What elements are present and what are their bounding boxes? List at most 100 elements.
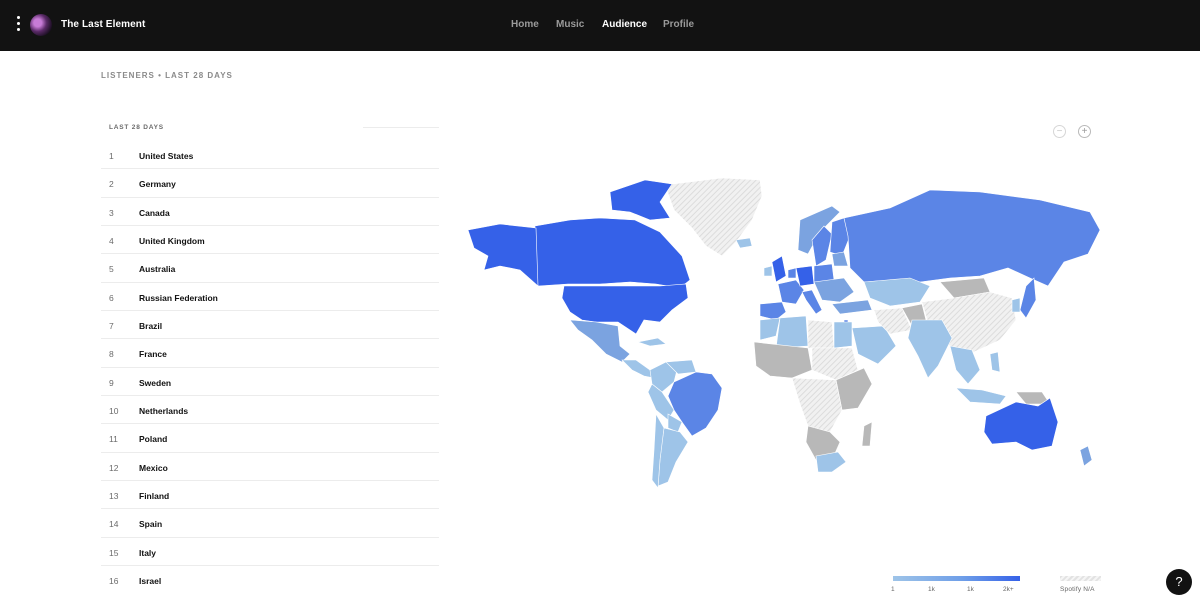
country-southeast-asia[interactable] <box>949 345 981 385</box>
country-name: Brazil <box>139 321 163 332</box>
country-name: Italy <box>139 547 157 558</box>
country-row[interactable]: 10 Netherlands <box>101 396 439 425</box>
country-row[interactable]: 12 Mexico <box>101 453 439 482</box>
country-name: Sweden <box>139 377 172 388</box>
country-libya[interactable] <box>807 319 835 349</box>
country-rank: 14 <box>109 519 119 530</box>
country-korea[interactable] <box>1011 297 1021 313</box>
country-row[interactable]: 2 Germany <box>101 169 439 198</box>
country-mexico[interactable] <box>569 319 631 363</box>
country-kazakhstan[interactable] <box>863 277 931 307</box>
country-name: Poland <box>139 434 168 445</box>
country-rank: 2 <box>109 179 114 190</box>
legend-scale <box>893 576 1020 581</box>
country-philippines[interactable] <box>989 351 1001 373</box>
legend-tick: 1k <box>967 586 974 593</box>
country-alaska[interactable] <box>467 223 539 287</box>
country-name: Russian Federation <box>139 292 218 303</box>
country-rank: 9 <box>109 377 114 388</box>
country-new-zealand[interactable] <box>1079 445 1093 467</box>
country-row[interactable]: 4 United Kingdom <box>101 226 439 255</box>
country-row[interactable]: 7 Brazil <box>101 311 439 340</box>
country-canada[interactable] <box>531 217 691 289</box>
country-west-africa[interactable] <box>753 341 813 379</box>
country-india[interactable] <box>907 319 953 379</box>
page-subtitle: LISTENERS • LAST 28 DAYS <box>101 71 233 80</box>
tab-music[interactable]: Music <box>556 19 584 30</box>
country-eastern-europe[interactable] <box>813 277 855 303</box>
country-poland[interactable] <box>813 263 835 283</box>
country-rank: 4 <box>109 236 114 247</box>
country-name: United Kingdom <box>139 236 205 247</box>
country-row[interactable]: 16 Israel <box>101 566 439 594</box>
legend-tick: 2k+ <box>1003 586 1014 593</box>
country-name: Germany <box>139 179 176 190</box>
country-iceland[interactable] <box>735 237 753 249</box>
country-list: 1 United States 2 Germany 3 Canada 4 United Kin… <box>101 141 439 595</box>
zoom-out-button[interactable]: − <box>1053 125 1066 138</box>
country-russian-federation[interactable] <box>843 189 1101 287</box>
country-madagascar[interactable] <box>861 421 873 447</box>
zoom-in-button[interactable]: + <box>1078 125 1091 138</box>
country-row[interactable]: 6 Russian Federation <box>101 283 439 312</box>
legend-tick: 1k <box>928 586 935 593</box>
country-spain[interactable] <box>759 301 787 321</box>
country-rank: 5 <box>109 264 114 275</box>
country-rank: 16 <box>109 576 119 587</box>
country-baltics[interactable] <box>831 251 849 267</box>
country-name: Spain <box>139 519 163 530</box>
tab-home[interactable]: Home <box>511 19 539 30</box>
country-united-kingdom[interactable] <box>771 255 787 283</box>
country-indonesia[interactable] <box>955 387 1007 405</box>
country-row[interactable]: 15 Italy <box>101 538 439 567</box>
country-morocco[interactable] <box>759 317 781 341</box>
country-rank: 7 <box>109 321 114 332</box>
country-rank: 10 <box>109 406 119 417</box>
legend-unavailable-swatch <box>1060 576 1101 581</box>
country-rank: 15 <box>109 547 119 558</box>
country-row[interactable]: 8 France <box>101 339 439 368</box>
country-rank: 3 <box>109 207 114 218</box>
country-central-africa[interactable] <box>791 377 843 433</box>
country-name: France <box>139 349 167 360</box>
country-name: Israel <box>139 576 162 587</box>
country-name: United States <box>139 151 194 161</box>
country-row[interactable]: 14 Spain <box>101 509 439 538</box>
main-nav: Home Music Audience Profile <box>0 19 1200 33</box>
country-rank: 13 <box>109 491 119 502</box>
country-central-america[interactable] <box>621 359 655 379</box>
tab-profile[interactable]: Profile <box>663 19 694 30</box>
legend-tick: 1 <box>891 586 895 593</box>
world-map[interactable] <box>460 170 1105 500</box>
country-japan[interactable] <box>1019 277 1037 319</box>
plus-icon: + <box>1081 126 1088 137</box>
top-bar: The Last Element Home Music Audience Pro… <box>0 0 1200 51</box>
country-rank: 8 <box>109 349 114 360</box>
country-row[interactable]: 1 United States <box>101 141 439 170</box>
country-netherlands[interactable] <box>787 267 797 279</box>
country-turkey[interactable] <box>831 299 873 315</box>
country-rank: 11 <box>109 434 118 445</box>
country-cuba[interactable] <box>636 337 667 347</box>
country-egypt[interactable] <box>833 321 853 349</box>
country-row[interactable]: 11 Poland <box>101 424 439 453</box>
country-australia[interactable] <box>983 397 1059 451</box>
divider <box>363 127 439 128</box>
country-canada-islands[interactable] <box>609 179 673 221</box>
country-row[interactable]: 9 Sweden <box>101 368 439 397</box>
country-row[interactable]: 5 Australia <box>101 254 439 283</box>
country-rank: 6 <box>109 292 114 303</box>
country-ireland[interactable] <box>763 265 773 277</box>
minus-icon: − <box>1056 126 1063 137</box>
help-button[interactable]: ? <box>1166 569 1192 595</box>
country-rank: 12 <box>109 462 119 473</box>
country-name: Mexico <box>139 462 168 473</box>
tab-audience[interactable]: Audience <box>602 19 647 30</box>
country-algeria[interactable] <box>775 315 809 349</box>
question-icon: ? <box>1175 574 1183 589</box>
country-row[interactable]: 3 Canada <box>101 198 439 227</box>
country-name: Australia <box>139 264 176 275</box>
country-south-africa[interactable] <box>815 451 847 473</box>
country-row[interactable]: 13 Finland <box>101 481 439 510</box>
country-name: Netherlands <box>139 406 189 417</box>
